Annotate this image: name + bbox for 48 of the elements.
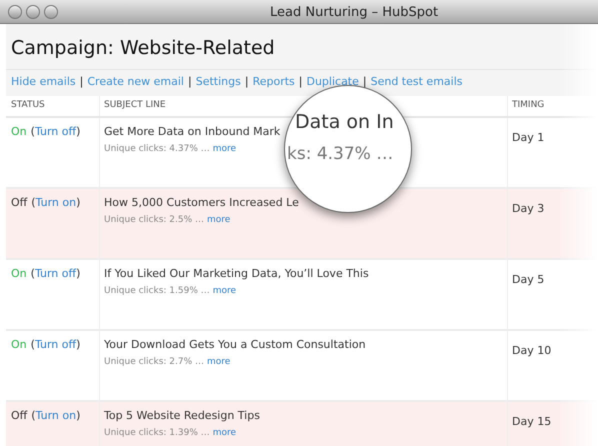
status-text: On	[11, 338, 27, 350]
status-text: Off	[11, 408, 28, 422]
column-header: TIMING	[507, 96, 544, 116]
timing-text: Day 3	[512, 202, 544, 214]
toggle-link[interactable]: (Turn off)	[30, 338, 80, 350]
timing-text: Day 1	[512, 130, 544, 144]
subject-text: Your Download Gets You a Custom Consultation	[104, 336, 367, 352]
toggle-link[interactable]: (Turn on)	[31, 408, 80, 422]
separator: |	[80, 74, 84, 90]
action-link[interactable]: Duplicate	[306, 74, 359, 91]
clicks-text: Unique clicks: 4.37% …	[104, 144, 210, 154]
close-button[interactable]	[8, 4, 22, 18]
window-title: Lead Nurturing – HubSpot	[270, 4, 438, 22]
clicks-text: Unique clicks: 1.59% …	[104, 286, 210, 296]
timing-text: Day 5	[512, 272, 544, 286]
status-text: On	[11, 266, 27, 280]
action-link[interactable]: Send test emails	[370, 74, 462, 91]
more-link[interactable]: more	[212, 428, 236, 438]
status-text: On	[11, 124, 27, 138]
subject-text: If You Liked Our Marketing Data, You’ll Love This	[104, 266, 370, 282]
toggle-link[interactable]: (Turn on)	[31, 196, 80, 208]
separator: |	[362, 74, 367, 90]
action-link[interactable]: Create new email	[87, 74, 184, 91]
toggle-link[interactable]: (Turn off)	[30, 266, 80, 280]
status-text: Off	[11, 196, 28, 208]
more-link[interactable]: more	[207, 357, 230, 367]
timing-text: Day 10	[512, 344, 552, 356]
action-link[interactable]: Reports	[252, 74, 295, 91]
more-link[interactable]: more	[207, 215, 230, 225]
action-link[interactable]: Settings	[196, 74, 241, 91]
more-link[interactable]: more	[212, 144, 236, 154]
clicks-text: Unique clicks: 2.7% …	[104, 357, 204, 367]
column-header: STATUS	[10, 98, 46, 112]
magnified-text: ks: 4.37% …	[287, 143, 394, 166]
separator: |	[244, 74, 249, 90]
more-link[interactable]: more	[212, 286, 236, 296]
subject-text: Top 5 Website Redesign Tips	[104, 408, 261, 424]
clicks-text: Unique clicks: 2.5% …	[104, 215, 204, 225]
subject-text: How 5,000 Customers Increased Le	[104, 194, 300, 210]
separator: |	[188, 74, 192, 90]
timing-text: Day 15	[512, 414, 552, 428]
separator: |	[298, 74, 302, 90]
subject-text: Get More Data on Inbound Mark	[104, 124, 282, 140]
minimize-button[interactable]	[26, 4, 40, 18]
action-link[interactable]: Hide emails	[11, 74, 76, 91]
toggle-link[interactable]: (Turn off)	[30, 124, 80, 138]
clicks-text: Unique clicks: 1.39% …	[104, 428, 210, 438]
zoom-button[interactable]	[44, 4, 58, 18]
